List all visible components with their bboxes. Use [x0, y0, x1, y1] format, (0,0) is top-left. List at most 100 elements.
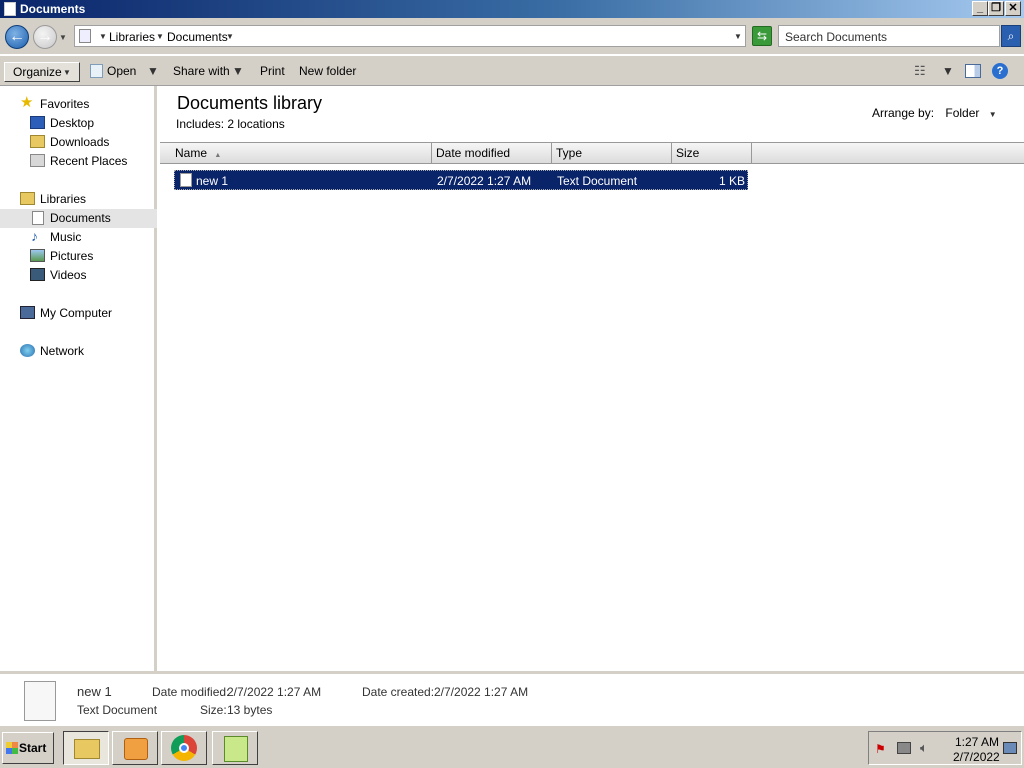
- restore-button[interactable]: ❐: [988, 1, 1004, 16]
- nav-music[interactable]: ♪ Music: [0, 228, 157, 247]
- taskbar-chrome[interactable]: [161, 731, 207, 765]
- navigation-pane: ★ Favorites Desktop Downloads Recent Pla…: [0, 86, 157, 671]
- help-icon[interactable]: ?: [992, 63, 1008, 79]
- action-center-icon[interactable]: ⚑: [875, 742, 886, 756]
- address-box[interactable]: ▼ Libraries ▼ Documents ▼ ▼: [74, 25, 746, 47]
- window-title: Documents: [20, 2, 86, 16]
- forward-button[interactable]: →: [33, 25, 57, 49]
- share-dropdown-icon[interactable]: ▼: [232, 62, 244, 82]
- search-icon[interactable]: ⌕: [1001, 25, 1021, 47]
- file-name: new 1: [196, 174, 229, 188]
- details-date-created: 2/7/2022 1:27 AM: [434, 685, 529, 699]
- arrange-by: Arrange by: Folder ▼: [872, 106, 997, 120]
- clock-date[interactable]: 2/7/2022: [953, 750, 1000, 764]
- computer-icon: [20, 306, 35, 319]
- nav-libraries[interactable]: Libraries: [0, 190, 157, 209]
- preview-pane-icon[interactable]: [965, 64, 981, 78]
- breadcrumb-libraries[interactable]: Libraries: [109, 30, 155, 44]
- file-date-modified: 2/7/2022 1:27 AM: [437, 174, 532, 188]
- organize-button[interactable]: Organize ▼: [4, 62, 80, 82]
- system-tray: ⚑ 🔈︎ 1:27 AM 2/7/2022: [868, 731, 1022, 765]
- print-button[interactable]: Print: [260, 62, 285, 82]
- details-date-modified-label: Date modified:: [152, 685, 230, 699]
- documents-icon: [32, 211, 44, 225]
- nav-favorites[interactable]: ★ Favorites: [0, 94, 157, 114]
- details-file-name: new 1: [77, 684, 112, 699]
- view-dropdown-icon[interactable]: ▼: [942, 62, 954, 82]
- nav-downloads[interactable]: Downloads: [0, 133, 157, 152]
- share-with-button[interactable]: Share with: [173, 62, 230, 82]
- refresh-button[interactable]: ⇆: [752, 26, 772, 46]
- locations-link[interactable]: 2 locations: [227, 117, 284, 131]
- videos-icon: [30, 268, 45, 281]
- library-icon: [79, 29, 91, 43]
- details-date-modified: 2/7/2022 1:27 AM: [227, 685, 322, 699]
- search-input[interactable]: Search Documents: [778, 25, 1000, 47]
- close-button[interactable]: ✕: [1005, 1, 1021, 16]
- network-icon: [20, 344, 35, 357]
- chevron-down-icon[interactable]: ▼: [989, 110, 997, 119]
- nav-recent-places[interactable]: Recent Places: [0, 152, 157, 171]
- window-folder-icon: [4, 2, 16, 16]
- nav-network[interactable]: Network: [0, 342, 157, 361]
- nav-pictures[interactable]: Pictures: [0, 247, 157, 266]
- music-icon: ♪: [31, 228, 38, 244]
- crumb-separator-icon[interactable]: ▼: [226, 32, 234, 41]
- nav-videos[interactable]: Videos: [0, 266, 157, 285]
- nav-documents[interactable]: Documents: [0, 209, 157, 228]
- taskbar: Start ⚑ 🔈︎ 1:27 AM 2/7/2022: [0, 724, 1024, 768]
- open-icon: [90, 64, 103, 78]
- recent-places-icon: [30, 154, 45, 167]
- view-options-icon[interactable]: ☷: [914, 62, 926, 82]
- sort-ascending-icon: ▲: [214, 152, 222, 159]
- open-dropdown-icon[interactable]: ▼: [147, 62, 159, 82]
- star-icon: ★: [20, 94, 34, 111]
- details-size-label: Size:: [200, 703, 227, 717]
- open-button[interactable]: Open: [107, 62, 136, 82]
- libraries-icon: [20, 192, 35, 205]
- command-bar: Organize ▼ Open ▼ Share with ▼ Print New…: [0, 55, 1024, 86]
- column-date-modified[interactable]: Date modified: [432, 143, 552, 163]
- arrange-by-dropdown[interactable]: Folder: [945, 106, 979, 120]
- chevron-down-icon: ▼: [63, 68, 71, 77]
- details-file-type: Text Document: [77, 703, 158, 717]
- text-document-icon: [180, 173, 192, 187]
- organize-label: Organize: [13, 65, 62, 79]
- notepad-icon: [224, 736, 248, 762]
- file-list-area: Documents library Includes: 2 locations …: [160, 86, 1024, 671]
- pictures-icon: [30, 249, 45, 262]
- taskbar-notepad-plus[interactable]: [212, 731, 258, 765]
- taskbar-explorer[interactable]: [63, 731, 109, 765]
- crumb-separator-icon[interactable]: ▼: [99, 32, 107, 41]
- address-bar-area: ← → ▼ ▼ Libraries ▼ Documents ▼ ▼ ⇆ Sear…: [0, 18, 1024, 54]
- clock-time[interactable]: 1:27 AM: [955, 735, 999, 749]
- network-tray-icon[interactable]: [897, 742, 911, 754]
- windows-logo-icon: [6, 742, 18, 754]
- title-bar: Documents _ ❐ ✕: [0, 0, 1024, 18]
- nav-my-computer[interactable]: My Computer: [0, 304, 157, 323]
- new-folder-button[interactable]: New folder: [299, 62, 356, 82]
- table-row[interactable]: new 1 2/7/2022 1:27 AM Text Document 1 K…: [174, 170, 748, 190]
- address-dropdown-icon[interactable]: ▼: [734, 32, 742, 41]
- library-includes: Includes: 2 locations: [176, 117, 285, 131]
- details-size: 13 bytes: [227, 703, 273, 717]
- taskbar-media-player[interactable]: [112, 731, 158, 765]
- column-name[interactable]: Name ▲: [160, 143, 432, 163]
- library-title: Documents library: [177, 93, 323, 113]
- downloads-icon: [30, 135, 45, 148]
- column-type[interactable]: Type: [552, 143, 672, 163]
- chrome-center: [179, 743, 189, 753]
- show-desktop-icon[interactable]: [1003, 742, 1017, 754]
- nav-desktop[interactable]: Desktop: [0, 114, 157, 133]
- column-header: Name ▲ Date modified Type Size: [160, 142, 1024, 164]
- minimize-button[interactable]: _: [972, 1, 988, 16]
- back-button[interactable]: ←: [5, 25, 29, 49]
- crumb-separator-icon[interactable]: ▼: [156, 32, 164, 41]
- volume-icon[interactable]: 🔈︎: [920, 740, 928, 756]
- details-pane: new 1 Text Document Date modified: 2/7/2…: [0, 671, 1024, 724]
- start-button[interactable]: Start: [2, 732, 54, 764]
- history-dropdown-icon[interactable]: ▼: [59, 33, 67, 42]
- breadcrumb-documents[interactable]: Documents: [167, 30, 228, 44]
- text-document-icon: [24, 681, 56, 721]
- column-size[interactable]: Size: [672, 143, 752, 163]
